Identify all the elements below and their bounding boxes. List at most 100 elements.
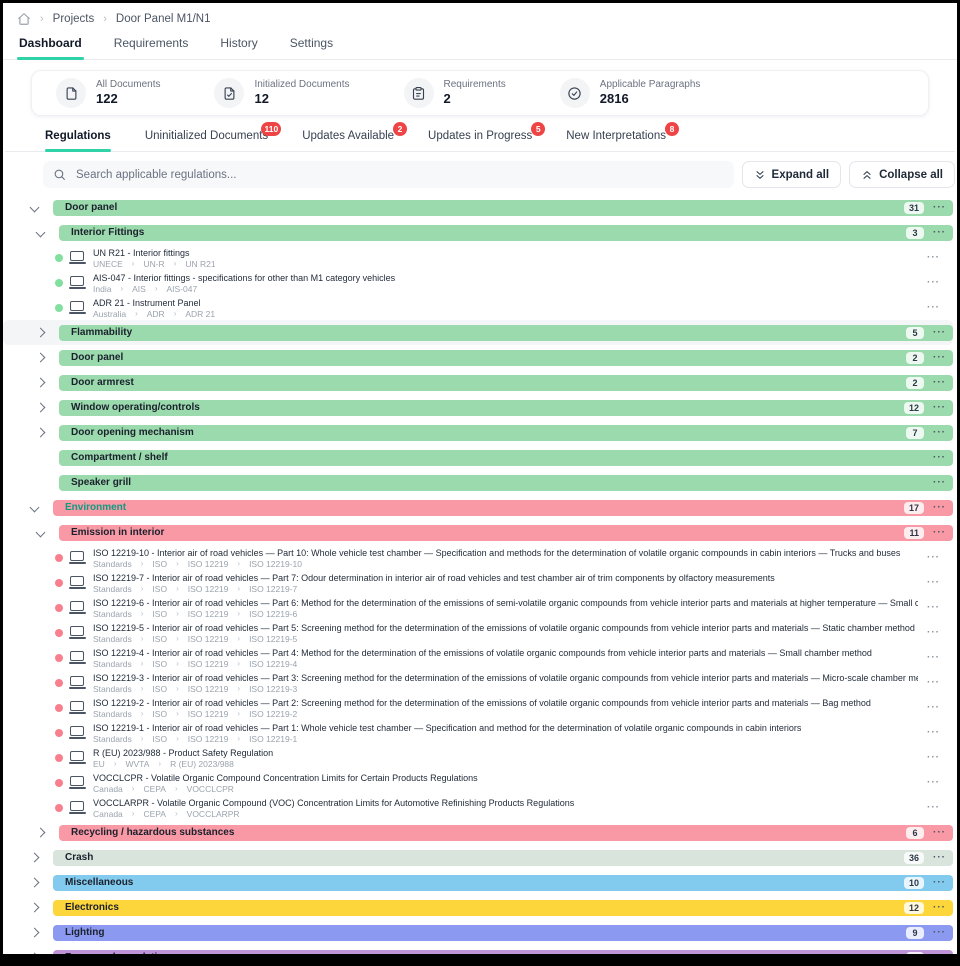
row-menu-icon[interactable]: ··· — [927, 728, 940, 738]
crumb[interactable]: R (EU) 2023/988 — [170, 759, 234, 769]
crumb[interactable]: ISO 12219 — [188, 684, 229, 694]
crumb[interactable]: ADR — [147, 309, 165, 319]
row-menu-icon[interactable]: ··· — [927, 703, 940, 713]
tab-requirements[interactable]: Requirements — [112, 36, 191, 59]
subtab-updates-in-progress[interactable]: Updates in Progress5 — [428, 130, 532, 151]
crumb[interactable]: Standards — [93, 709, 132, 719]
crumb[interactable]: ISO 12219 — [188, 734, 229, 744]
crumb[interactable]: ISO — [152, 734, 167, 744]
section-chevron[interactable] — [27, 204, 53, 211]
section-chevron[interactable] — [33, 404, 59, 411]
crumb[interactable]: ISO — [152, 584, 167, 594]
section-chevron[interactable] — [33, 454, 59, 461]
section-chevron[interactable] — [33, 429, 59, 436]
crumb[interactable]: EU — [93, 759, 105, 769]
row-menu-icon[interactable]: ··· — [933, 353, 946, 363]
row-menu-icon[interactable]: ··· — [927, 803, 940, 813]
crumb[interactable]: ISO 12219-10 — [249, 559, 302, 569]
crumb[interactable]: Australia — [93, 309, 126, 319]
subtab-regulations[interactable]: Regulations — [45, 130, 111, 151]
crumb[interactable]: ADR 21 — [185, 309, 215, 319]
row-menu-icon[interactable]: ··· — [933, 953, 946, 955]
section-chevron[interactable] — [27, 504, 53, 511]
section-chevron[interactable] — [33, 354, 59, 361]
crumb[interactable]: Standards — [93, 634, 132, 644]
section-chevron[interactable] — [33, 829, 59, 836]
section-bar[interactable]: Crash 36 ··· — [53, 850, 953, 866]
breadcrumb-projects[interactable]: Projects — [53, 13, 95, 25]
regulation-item-row[interactable]: ISO 12219-2 - Interior air of road vehic… — [3, 695, 953, 720]
row-menu-icon[interactable]: ··· — [933, 503, 946, 513]
section-bar[interactable]: Compartment / shelf ··· — [59, 450, 953, 466]
regulation-item-row[interactable]: AIS-047 - Interior fittings - specificat… — [3, 270, 953, 295]
section-bar[interactable]: Emission in interior 11 ··· — [59, 525, 953, 541]
section-bar[interactable]: Electronics 12 ··· — [53, 900, 953, 916]
section-chevron[interactable] — [27, 879, 53, 886]
row-menu-icon[interactable]: ··· — [933, 203, 946, 213]
crumb[interactable]: ISO 12219-1 — [249, 734, 297, 744]
row-menu-icon[interactable]: ··· — [933, 328, 946, 338]
search-input[interactable] — [74, 168, 724, 182]
crumb[interactable]: VOCCLCPR — [187, 784, 234, 794]
row-menu-icon[interactable]: ··· — [927, 278, 940, 288]
row-menu-icon[interactable]: ··· — [933, 428, 946, 438]
section-bar[interactable]: Recycling / hazardous substances 6 ··· — [59, 825, 953, 841]
section-chevron[interactable] — [33, 479, 59, 486]
regulation-item-row[interactable]: ISO 12219-4 - Interior air of road vehic… — [3, 645, 953, 670]
section-bar[interactable]: Window operating/controls 12 ··· — [59, 400, 953, 416]
section-bar[interactable]: Door panel 2 ··· — [59, 350, 953, 366]
section-bar[interactable]: Framework regulations 7 ··· — [53, 950, 953, 955]
crumb[interactable]: India — [93, 284, 111, 294]
crumb[interactable]: Standards — [93, 609, 132, 619]
row-menu-icon[interactable]: ··· — [933, 378, 946, 388]
regulation-item-row[interactable]: ISO 12219-6 - Interior air of road vehic… — [3, 595, 953, 620]
crumb[interactable]: ISO 12219 — [188, 559, 229, 569]
row-menu-icon[interactable]: ··· — [933, 453, 946, 463]
crumb[interactable]: Standards — [93, 659, 132, 669]
section-bar[interactable]: Door armrest 2 ··· — [59, 375, 953, 391]
subtab-new-interpretations[interactable]: New Interpretations8 — [566, 130, 666, 151]
crumb[interactable]: ISO — [152, 709, 167, 719]
row-menu-icon[interactable]: ··· — [927, 578, 940, 588]
row-menu-icon[interactable]: ··· — [933, 853, 946, 863]
crumb[interactable]: Canada — [93, 809, 123, 819]
crumb[interactable]: ISO — [152, 609, 167, 619]
row-menu-icon[interactable]: ··· — [927, 653, 940, 663]
regulation-item-row[interactable]: ISO 12219-7 - Interior air of road vehic… — [3, 570, 953, 595]
crumb[interactable]: ISO — [152, 634, 167, 644]
row-menu-icon[interactable]: ··· — [927, 753, 940, 763]
tab-dashboard[interactable]: Dashboard — [17, 36, 84, 59]
section-bar[interactable]: Interior Fittings 3 ··· — [59, 225, 953, 241]
crumb[interactable]: ISO 12219 — [188, 609, 229, 619]
crumb[interactable]: AIS-047 — [166, 284, 197, 294]
crumb[interactable]: WVTA — [125, 759, 149, 769]
row-menu-icon[interactable]: ··· — [927, 553, 940, 563]
row-menu-icon[interactable]: ··· — [927, 253, 940, 263]
crumb[interactable]: Standards — [93, 584, 132, 594]
crumb[interactable]: ISO — [152, 659, 167, 669]
regulation-item-row[interactable]: ISO 12219-1 - Interior air of road vehic… — [3, 720, 953, 745]
crumb[interactable]: Standards — [93, 684, 132, 694]
crumb[interactable]: ISO 12219-5 — [249, 634, 297, 644]
section-bar[interactable]: Miscellaneous 10 ··· — [53, 875, 953, 891]
crumb[interactable]: ISO 12219-6 — [249, 609, 297, 619]
section-bar[interactable]: Door opening mechanism 7 ··· — [59, 425, 953, 441]
crumb[interactable]: CEPA — [143, 784, 166, 794]
row-menu-icon[interactable]: ··· — [933, 478, 946, 488]
tab-settings[interactable]: Settings — [288, 36, 335, 59]
row-menu-icon[interactable]: ··· — [933, 828, 946, 838]
section-chevron[interactable] — [33, 329, 59, 336]
crumb[interactable]: ISO — [152, 559, 167, 569]
crumb[interactable]: ISO 12219-2 — [249, 709, 297, 719]
row-menu-icon[interactable]: ··· — [933, 528, 946, 538]
crumb[interactable]: ISO 12219 — [188, 659, 229, 669]
regulation-item-row[interactable]: UN R21 - Interior fittings UNECE›UN-R›UN… — [3, 245, 953, 270]
row-menu-icon[interactable]: ··· — [933, 903, 946, 913]
section-bar[interactable]: Flammability 5 ··· — [59, 325, 953, 341]
row-menu-icon[interactable]: ··· — [933, 228, 946, 238]
crumb[interactable]: UN R21 — [185, 259, 215, 269]
crumb[interactable]: VOCCLARPR — [187, 809, 240, 819]
crumb[interactable]: Canada — [93, 784, 123, 794]
crumb[interactable]: ISO — [152, 684, 167, 694]
crumb[interactable]: ISO 12219 — [188, 634, 229, 644]
